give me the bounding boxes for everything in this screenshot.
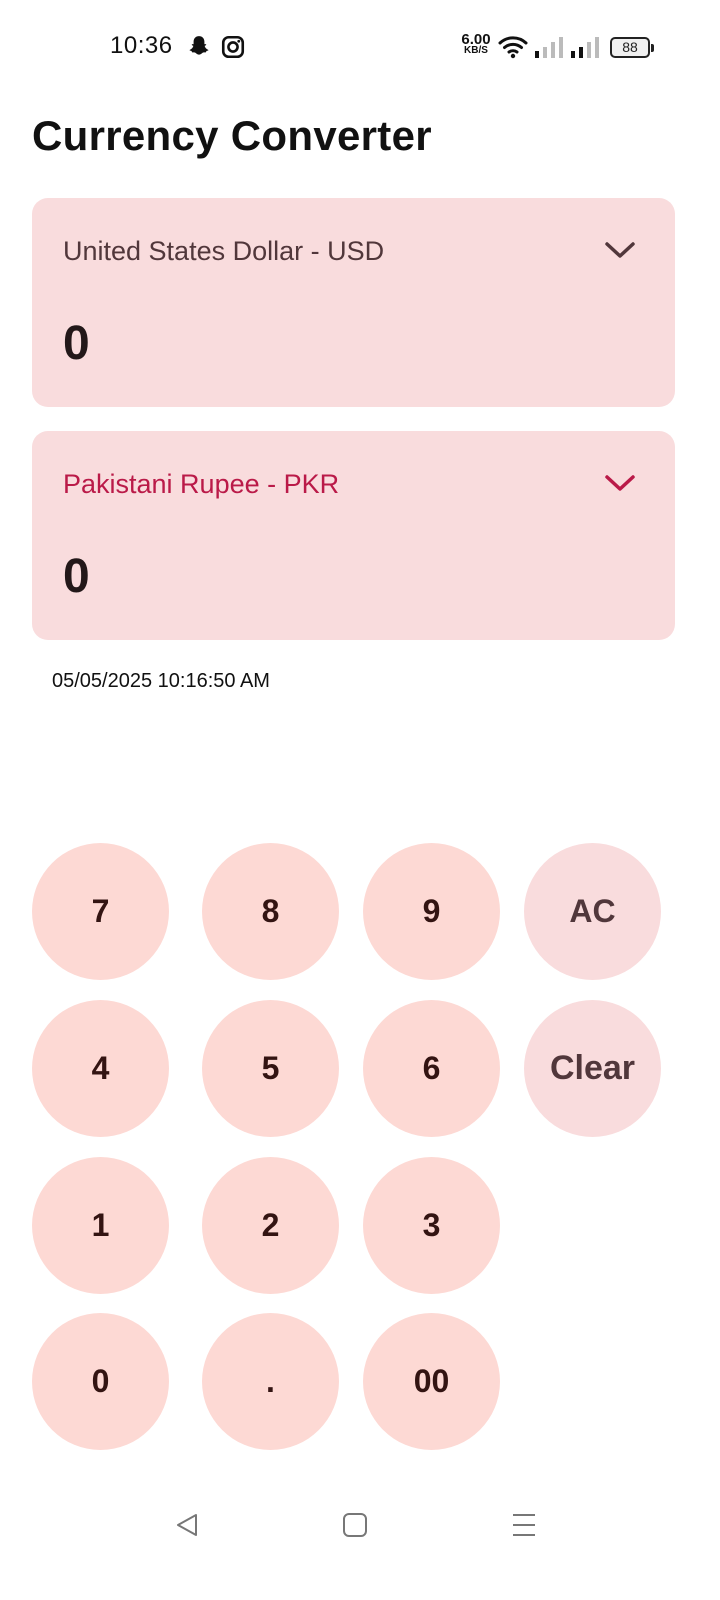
from-amount-value[interactable]: 0 (63, 316, 90, 371)
chevron-down-icon[interactable] (604, 238, 636, 262)
page-title: Currency Converter (32, 112, 432, 159)
all-clear-button[interactable]: AC (524, 843, 661, 980)
key-7[interactable]: 7 (32, 843, 169, 980)
network-speed: 6.00 KB/S (458, 31, 494, 56)
key-0[interactable]: 0 (32, 1313, 169, 1450)
home-icon[interactable] (340, 1510, 370, 1540)
snapchat-icon (189, 36, 209, 55)
from-currency-select[interactable]: United States Dollar - USD (63, 236, 384, 267)
key-8[interactable]: 8 (202, 843, 339, 980)
signal-icon (571, 37, 599, 58)
wifi-icon (498, 36, 528, 59)
network-speed-value: 6.00 (461, 31, 491, 48)
to-currency-select[interactable]: Pakistani Rupee - PKR (63, 469, 339, 500)
clear-button[interactable]: Clear (524, 1000, 661, 1137)
status-bar: 10:36 6.00 KB/S 88 (0, 0, 720, 96)
to-currency-card: Pakistani Rupee - PKR 0 (32, 431, 675, 640)
last-updated-timestamp: 05/05/2025 10:16:50 AM (52, 670, 270, 692)
recent-apps-icon[interactable] (509, 1510, 539, 1540)
instagram-icon (221, 35, 245, 59)
key-1[interactable]: 1 (32, 1157, 169, 1294)
key-3[interactable]: 3 (363, 1157, 500, 1294)
back-icon[interactable] (172, 1510, 202, 1540)
currency-converter-screen: 10:36 6.00 KB/S 88 Currency Converter Un… (0, 0, 720, 1600)
signal-icon (535, 37, 563, 58)
key-decimal[interactable]: . (202, 1313, 339, 1450)
key-6[interactable]: 6 (363, 1000, 500, 1137)
chevron-down-icon[interactable] (604, 471, 636, 495)
battery-icon: 88 (610, 37, 654, 58)
key-4[interactable]: 4 (32, 1000, 169, 1137)
status-time: 10:36 (110, 32, 173, 59)
key-5[interactable]: 5 (202, 1000, 339, 1137)
key-2[interactable]: 2 (202, 1157, 339, 1294)
to-amount-value: 0 (63, 550, 90, 603)
from-currency-card: United States Dollar - USD 0 (32, 198, 675, 407)
key-9[interactable]: 9 (363, 843, 500, 980)
key-double-zero[interactable]: 00 (363, 1313, 500, 1450)
